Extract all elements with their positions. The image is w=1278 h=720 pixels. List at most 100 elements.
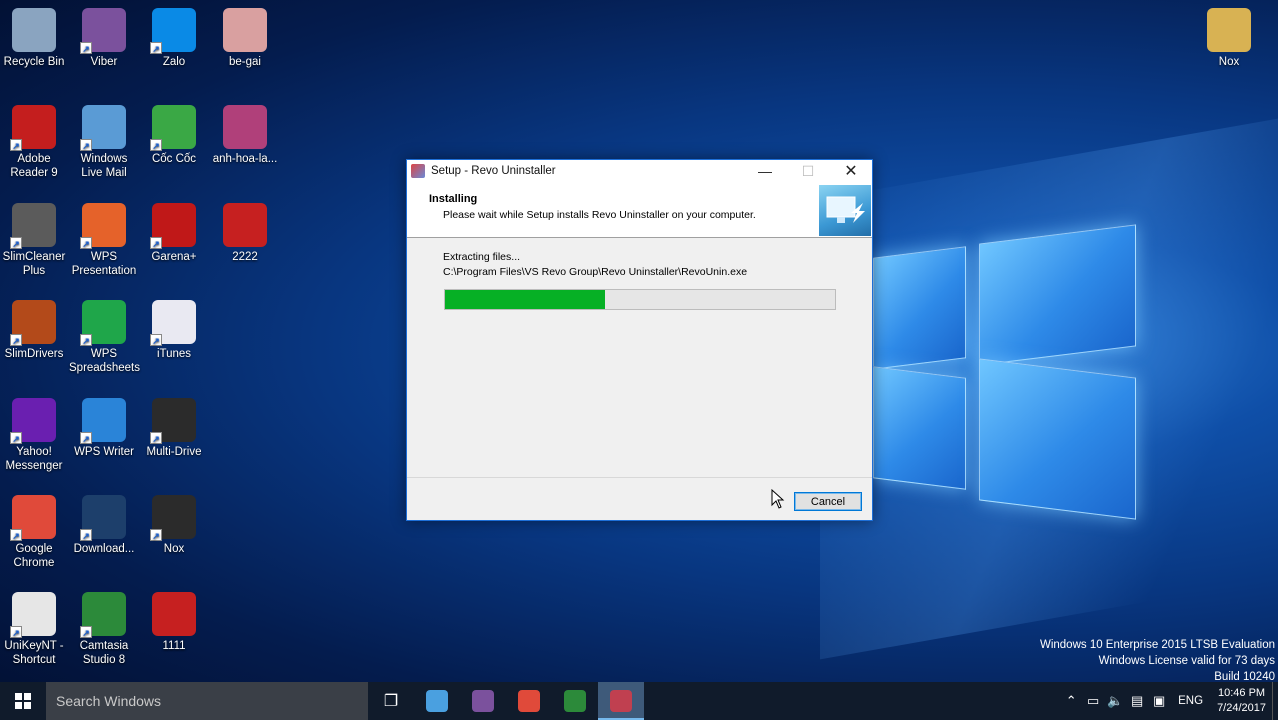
desktop-icon[interactable]: 1111 — [139, 592, 209, 653]
search-placeholder: Search Windows — [56, 693, 162, 709]
windows-evaluation-watermark: Windows 10 Enterprise 2015 LTSB Evaluati… — [1040, 637, 1275, 685]
minimize-button[interactable]: — — [744, 160, 786, 182]
wps-presentation-icon: ↗ — [80, 203, 126, 249]
revo-setup-icon — [610, 690, 632, 712]
garena-icon: ↗ — [150, 203, 196, 249]
desktop-icon[interactable]: ↗ Garena+ — [139, 203, 209, 264]
shortcut-arrow-icon: ↗ — [150, 42, 162, 54]
close-button[interactable]: ✕ — [830, 160, 872, 182]
coccoc-icon: ↗ — [150, 105, 196, 151]
viber-icon: ↗ — [80, 8, 126, 54]
desktop-icon[interactable]: ↗ WPS Presentation — [69, 203, 139, 278]
desktop-icon[interactable]: ↗ Nox — [139, 495, 209, 556]
wps-spreadsheets-icon: ↗ — [80, 300, 126, 346]
shortcut-arrow-icon: ↗ — [80, 237, 92, 249]
shortcut-arrow-icon: ↗ — [10, 529, 22, 541]
volume-icon[interactable]: 🔈 — [1104, 693, 1126, 709]
desktop-icon[interactable]: ↗ WPS Writer — [69, 398, 139, 459]
cancel-button[interactable]: Cancel — [794, 492, 862, 511]
nox-icon: ↗ — [150, 398, 196, 444]
battery-icon[interactable]: ▭ — [1082, 693, 1104, 709]
dialog-title: Setup - Revo Uninstaller — [431, 165, 556, 177]
desktop-icon[interactable]: ↗ Yahoo! Messenger — [0, 398, 69, 473]
mouse-cursor-icon — [771, 489, 785, 509]
search-box[interactable]: Search Windows — [46, 682, 368, 720]
video-icon — [223, 203, 267, 247]
status-text: Extracting files... — [443, 251, 521, 263]
file-path-text: C:\Program Files\VS Revo Group\Revo Unin… — [443, 266, 748, 278]
desktop-icon-label: Garena+ — [151, 251, 197, 263]
start-button[interactable] — [0, 682, 46, 720]
taskbar-viber-button[interactable] — [460, 682, 506, 720]
desktop-icon[interactable]: ↗ Multi-Drive — [139, 398, 209, 459]
shortcut-arrow-icon: ↗ — [10, 334, 22, 346]
desktop-icon[interactable]: be-gai — [210, 8, 280, 69]
desktop-icon[interactable]: ↗ Windows Live Mail — [69, 105, 139, 180]
download-icon: ↗ — [80, 495, 126, 541]
desktop-icon-label: Yahoo! Messenger — [5, 446, 63, 472]
show-desktop-button[interactable] — [1272, 682, 1278, 720]
windows-logo-wallpaper — [873, 212, 1138, 520]
desktop-icon[interactable]: ↗ Download... — [69, 495, 139, 556]
shortcut-arrow-icon: ↗ — [80, 626, 92, 638]
taskbar-task-view-button[interactable]: ❐ — [368, 682, 414, 720]
desktop-icon-label: Zalo — [162, 56, 186, 68]
desktop-icon[interactable]: anh-hoa-la... — [210, 105, 280, 166]
desktop-icon[interactable]: ↗ Camtasia Studio 8 — [69, 592, 139, 667]
network-icon[interactable]: ▤ — [1126, 693, 1148, 709]
clock[interactable]: 10:46 PM 7/24/2017 — [1217, 686, 1266, 716]
install-progress-bar — [444, 289, 836, 310]
installing-heading: Installing — [429, 193, 478, 205]
nox-icon: ↗ — [150, 495, 196, 541]
desktop-icon[interactable]: ↗ SlimCleaner Plus — [0, 203, 69, 278]
desktop-icon[interactable]: ↗ Adobe Reader 9 — [0, 105, 69, 180]
desktop-icon[interactable]: Recycle Bin — [0, 8, 69, 69]
dialog-footer: Cancel — [407, 477, 872, 520]
folder-icon — [1207, 8, 1251, 52]
shortcut-arrow-icon: ↗ — [80, 139, 92, 151]
desktop-icon[interactable]: ↗ iTunes — [139, 300, 209, 361]
desktop-icon-label: be-gai — [229, 56, 261, 68]
maximize-button[interactable]: ☐ — [787, 160, 829, 182]
shortcut-arrow-icon: ↗ — [150, 334, 162, 346]
dialog-titlebar[interactable]: Setup - Revo Uninstaller — ☐ ✕ — [407, 160, 872, 182]
desktop-icon-label: SlimCleaner Plus — [2, 251, 66, 277]
shortcut-arrow-icon: ↗ — [80, 529, 92, 541]
desktop-icon[interactable]: ↗ UniKeyNT - Shortcut — [0, 592, 69, 667]
desktop-icon-label: iTunes — [156, 348, 192, 360]
chrome-icon: ↗ — [10, 495, 56, 541]
setup-dialog: Setup - Revo Uninstaller — ☐ ✕ Installin… — [406, 159, 873, 521]
desktop-icon[interactable]: ↗ Viber — [69, 8, 139, 69]
slimdrivers-icon: ↗ — [10, 300, 56, 346]
desktop-icon[interactable]: Nox — [1194, 8, 1264, 69]
desktop-icon[interactable]: ↗ WPS Spreadsheets — [69, 300, 140, 375]
progress-fill — [445, 290, 605, 309]
taskbar-chrome-button[interactable] — [506, 682, 552, 720]
shortcut-arrow-icon: ↗ — [10, 626, 22, 638]
desktop-icon[interactable]: ↗ Google Chrome — [0, 495, 69, 570]
shortcut-arrow-icon: ↗ — [10, 432, 22, 444]
task-view-icon: ❐ — [383, 693, 399, 710]
camtasia-icon: ↗ — [80, 592, 126, 638]
action-center-icon[interactable]: ▣ — [1148, 693, 1170, 709]
desktop-icon[interactable]: ↗ Zalo — [139, 8, 209, 69]
taskbar-file-explorer-button[interactable] — [414, 682, 460, 720]
shortcut-arrow-icon: ↗ — [80, 334, 92, 346]
desktop-icon-label: UniKeyNT - Shortcut — [4, 640, 64, 666]
desktop-icon-label: Camtasia Studio 8 — [79, 640, 129, 666]
taskbar-camtasia-button[interactable] — [552, 682, 598, 720]
desktop-icon-label: Multi-Drive — [146, 446, 202, 458]
taskbar-revo-setup-button[interactable] — [598, 682, 644, 720]
input-language[interactable]: ENG — [1178, 695, 1203, 707]
shortcut-arrow-icon: ↗ — [10, 237, 22, 249]
desktop-icon[interactable]: ↗ Cốc Cốc — [139, 105, 209, 166]
clock-date: 7/24/2017 — [1217, 702, 1266, 714]
desktop-icon-label: Recycle Bin — [3, 56, 65, 68]
shortcut-arrow-icon: ↗ — [150, 237, 162, 249]
desktop-icon[interactable]: 2222 — [210, 203, 280, 264]
desktop-icon-label: Windows Live Mail — [80, 153, 128, 179]
desktop-icon[interactable]: ↗ SlimDrivers — [0, 300, 69, 361]
show-hidden-icons-icon[interactable]: ⌃ — [1060, 693, 1082, 709]
shortcut-arrow-icon: ↗ — [80, 42, 92, 54]
desktop-icon-label: Cốc Cốc — [151, 153, 197, 165]
